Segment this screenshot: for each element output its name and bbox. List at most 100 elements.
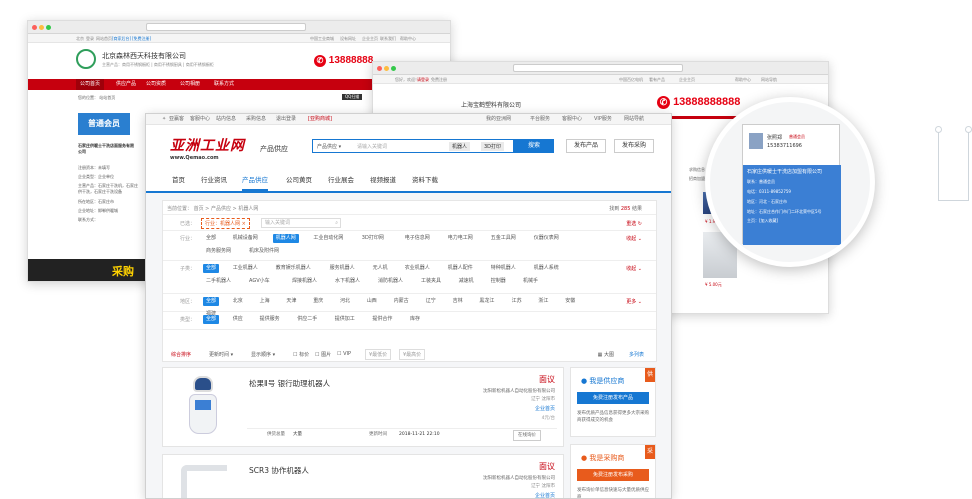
- filter-option[interactable]: 全部: [203, 315, 220, 324]
- product-image[interactable]: [175, 374, 231, 440]
- url-bar[interactable]: [513, 64, 683, 72]
- url-bar[interactable]: [146, 23, 306, 31]
- company-homepage-badge[interactable]: 企业首页: [535, 492, 555, 498]
- sort-update-time[interactable]: 更新时间 ▾: [209, 351, 233, 358]
- product-card[interactable]: SCR3 协作机器人 面议 沈阳新松机器人自动化股份有限公司 辽宁 沈阳市 企业…: [162, 454, 564, 498]
- filter-option[interactable]: 工业自动化网: [310, 234, 346, 243]
- filter-option[interactable]: 黑龙江: [476, 297, 497, 306]
- search-category-select[interactable]: 产品供应 ▾: [317, 143, 341, 150]
- filter-option[interactable]: 机床及附件网: [246, 247, 282, 256]
- search-chip[interactable]: 机器人: [449, 142, 471, 151]
- product-company[interactable]: 沈阳新松机器人自动化股份有限公司: [483, 475, 555, 481]
- filter-option[interactable]: 焊接机器人: [289, 277, 320, 286]
- tab-supply[interactable]: 产品供应: [242, 169, 268, 191]
- top-link[interactable]: 登录: [86, 34, 94, 43]
- filter-option[interactable]: 服务机器人: [327, 264, 358, 273]
- top-link[interactable]: 北京: [76, 34, 84, 43]
- product-company[interactable]: 沈阳新松机器人自动化股份有限公司: [483, 388, 555, 394]
- top-link[interactable]: 采购信息: [246, 114, 266, 125]
- top-link[interactable]: 客服中心: [190, 114, 210, 125]
- publish-product-button[interactable]: 发布产品: [566, 139, 606, 153]
- top-link[interactable]: 联系我们: [380, 34, 396, 43]
- filter-option[interactable]: AGV小车: [246, 277, 273, 286]
- top-link[interactable]: 企业主页: [362, 34, 378, 43]
- top-right-link[interactable]: 网站导航: [624, 114, 644, 125]
- filter-option[interactable]: 工装夹具: [418, 277, 444, 286]
- filter-option[interactable]: 提供合作: [369, 315, 395, 324]
- filter-option[interactable]: 安徽: [562, 297, 578, 306]
- search-input[interactable]: 请输入关键词: [357, 143, 387, 150]
- tab-home[interactable]: 首页: [172, 169, 185, 191]
- card-row[interactable]: 主页：[加入收藏]: [743, 216, 841, 226]
- filter-option[interactable]: 电力电工网: [445, 234, 476, 243]
- filter-option[interactable]: 浙江: [535, 297, 551, 306]
- top-link[interactable]: 免费注册: [431, 75, 447, 84]
- filter-option[interactable]: 江苏: [509, 297, 525, 306]
- top-link[interactable]: 请登录: [417, 75, 429, 84]
- top-link[interactable]: [免费注册]: [132, 34, 151, 43]
- filter-option[interactable]: 提供加工: [332, 315, 358, 324]
- nav-item[interactable]: 联系方式: [214, 79, 234, 90]
- nav-item[interactable]: 供应产品: [116, 79, 136, 90]
- sort-display-order[interactable]: 显示顺序 ▾: [251, 351, 275, 358]
- filter-option[interactable]: 二手机器人: [203, 277, 234, 286]
- publish-purchase-button[interactable]: 发布采购: [614, 139, 654, 153]
- site-logo[interactable]: 亚洲工业网 www.Qemao.com: [170, 135, 245, 161]
- top-link[interactable]: [商家后台]: [112, 34, 131, 43]
- filter-option[interactable]: 教育娱乐机器人: [273, 264, 314, 273]
- buyer-register-button[interactable]: 免费注册发布采购: [577, 469, 649, 481]
- filter-option[interactable]: 北京: [230, 297, 246, 306]
- top-right-link[interactable]: 平台服务: [530, 114, 550, 125]
- filter-option[interactable]: 机器人网: [272, 234, 299, 243]
- filter-option[interactable]: 提供服务: [257, 315, 283, 324]
- top-link[interactable]: 站内信息: [216, 114, 236, 125]
- view-grid-toggle[interactable]: ▦ 大图: [598, 351, 614, 358]
- filter-option[interactable]: 3D打印网: [359, 234, 387, 243]
- filter-option[interactable]: 无人机: [370, 264, 391, 273]
- filter-option[interactable]: 水下机器人: [332, 277, 363, 286]
- tab-expo[interactable]: 行业展会: [328, 169, 354, 191]
- mid-side-tag[interactable]: 求购信息: [689, 167, 705, 173]
- filter-option[interactable]: 吉林: [450, 297, 466, 306]
- filter-option[interactable]: 全部: [203, 264, 220, 273]
- product-title[interactable]: 松果Ⅱ号 银行助理机器人: [249, 378, 330, 389]
- product-card[interactable]: 松果Ⅱ号 银行助理机器人 面议 沈阳新松机器人自动化股份有限公司 辽宁 沈阳市 …: [162, 367, 564, 447]
- filter-option[interactable]: 机器人配件: [445, 264, 476, 273]
- filter-option[interactable]: 重庆: [310, 297, 326, 306]
- filter-option[interactable]: 商务服务网: [203, 247, 234, 256]
- top-link[interactable]: 中国百亿电机: [619, 75, 643, 84]
- top-link[interactable]: 看有产品: [649, 75, 665, 84]
- filter-option[interactable]: 控制器: [488, 277, 509, 286]
- top-right-link[interactable]: 我的亚洲网: [486, 114, 511, 125]
- inquiry-button[interactable]: 在线询价: [513, 430, 541, 441]
- tab-news[interactable]: 行业资讯: [201, 169, 227, 191]
- filter-option[interactable]: 内蒙古: [391, 297, 412, 306]
- supplier-register-button[interactable]: 免费注册发布产品: [577, 392, 649, 404]
- filter-toggle-link[interactable]: 收起 ⌄: [626, 265, 642, 272]
- filter-option[interactable]: 供应二手: [294, 315, 320, 324]
- filter-image-checkbox[interactable]: ☐ 图片: [315, 351, 331, 358]
- filter-option[interactable]: 特种机器人: [488, 264, 519, 273]
- search-button[interactable]: 搜索: [514, 139, 554, 153]
- filter-option[interactable]: 消防机器人: [375, 277, 406, 286]
- nav-item[interactable]: 公司首页: [76, 79, 105, 90]
- product-image[interactable]: [181, 465, 227, 498]
- top-link[interactable]: 网站导航: [761, 75, 777, 84]
- filter-option[interactable]: 减速机: [456, 277, 477, 286]
- top-link[interactable]: 设有网址: [340, 34, 356, 43]
- view-list-toggle[interactable]: 多列表: [629, 351, 644, 358]
- top-link[interactable]: 亚赢客: [169, 114, 184, 125]
- filter-vip-checkbox[interactable]: ☐ VIP: [337, 351, 351, 357]
- top-link[interactable]: 网站首页: [96, 34, 112, 43]
- filter-option[interactable]: 上海: [257, 297, 273, 306]
- top-link[interactable]: 中国工业商城: [310, 34, 334, 43]
- top-link[interactable]: 帮助中心: [400, 34, 416, 43]
- filter-option[interactable]: 农业机器人: [402, 264, 433, 273]
- filter-option[interactable]: 机械设备网: [230, 234, 261, 243]
- filter-toggle-link[interactable]: 收起 ⌄: [626, 235, 642, 242]
- filter-option[interactable]: 电子信息网: [402, 234, 433, 243]
- min-price-input[interactable]: ¥最低价: [365, 349, 392, 360]
- nav-item[interactable]: 公司相册: [180, 79, 200, 90]
- max-price-input[interactable]: ¥最高价: [399, 349, 426, 360]
- filter-option[interactable]: 五金工具网: [488, 234, 519, 243]
